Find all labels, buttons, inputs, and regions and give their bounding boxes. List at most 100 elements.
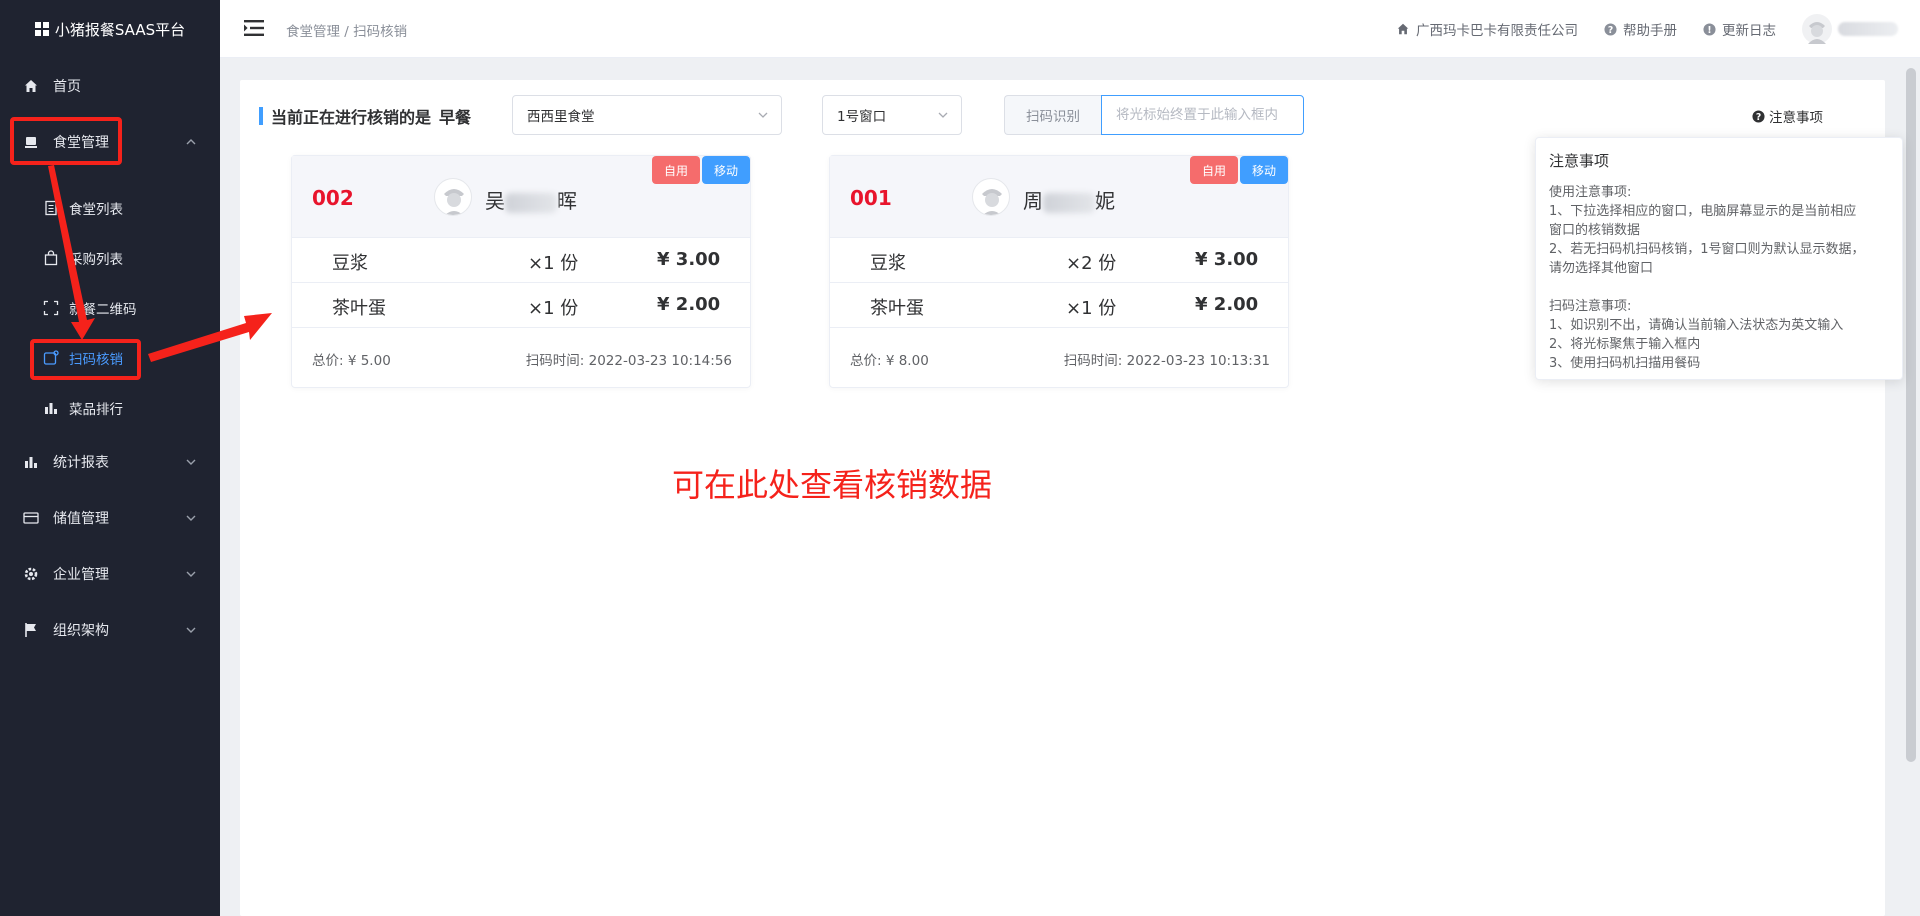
order-card-header: 001 周妮 自用 移动 <box>830 156 1288 238</box>
notice-line: 请勿选择其他窗口 <box>1549 261 1654 276</box>
notice-line: 2、将光标聚焦于输入框内 <box>1549 337 1701 352</box>
window-select[interactable]: 1号窗口 <box>822 95 962 135</box>
home-icon <box>1397 23 1409 35</box>
gear-icon <box>23 566 39 582</box>
item-qty: ×1 份 <box>1066 298 1117 319</box>
bar-chart-icon <box>23 454 39 470</box>
sidebar-subitem-meal-qrcode[interactable]: 就餐二维码 <box>0 288 220 328</box>
sidebar-item-home[interactable]: 首页 <box>0 66 220 106</box>
sidebar-subitem-dish-ranking[interactable]: 菜品排行 <box>0 388 220 428</box>
order-total: 总价: ¥ 5.00 <box>312 353 391 369</box>
name-blur <box>1043 192 1095 213</box>
sidebar-subitem-label: 食堂列表 <box>69 202 123 218</box>
notice-line: 2、若无扫码机扫码核销，1号窗口则为默认显示数据， <box>1549 242 1865 257</box>
sidebar-item-enterprise[interactable]: 企业管理 <box>0 554 220 594</box>
customer-name-last: 妮 <box>1095 189 1115 213</box>
notice-popover: 注意事项 使用注意事项: 1、下拉选择相应的窗口，电脑屏幕显示的是当前相应 窗口… <box>1535 137 1903 380</box>
mobile-tag: 移动 <box>701 156 750 184</box>
order-item-row: 豆浆 ×1 份 ¥ 3.00 <box>292 238 750 283</box>
wallet-icon <box>23 510 39 526</box>
avatar <box>434 178 472 216</box>
sidebar-item-reports[interactable]: 统计报表 <box>0 442 220 482</box>
order-card-header: 002 吴晖 自用 移动 <box>292 156 750 238</box>
order-number: 001 <box>850 186 892 210</box>
notice-line: 3、使用扫码机扫描用餐码 <box>1549 356 1701 371</box>
top-header: 食堂管理 / 扫码核销 广西玛卡巴卡有限责任公司 ? 帮助手册 ! 更新日志 <box>220 0 1920 58</box>
sidebar-subitem-purchase-list[interactable]: 采购列表 <box>0 238 220 278</box>
user-menu[interactable] <box>1802 14 1898 44</box>
notice-line: 使用注意事项: <box>1549 185 1632 200</box>
sidebar-subitem-label: 就餐二维码 <box>69 302 137 318</box>
page-scrollbar[interactable] <box>1904 62 1918 912</box>
title-accent-bar <box>259 107 263 125</box>
changelog-label: 更新日志 <box>1722 23 1776 39</box>
order-item-row: 豆浆 ×2 份 ¥ 3.00 <box>830 238 1288 283</box>
order-total: 总价: ¥ 8.00 <box>850 353 929 369</box>
scan-time: 扫码时间: 2022-03-23 10:14:56 <box>525 353 732 369</box>
item-name: 豆浆 <box>332 253 368 274</box>
order-card-footer: 总价: ¥ 8.00 扫码时间: 2022-03-23 10:13:31 <box>850 349 1270 369</box>
info-circle-icon: ! <box>1703 22 1716 35</box>
chevron-up-icon <box>186 139 196 145</box>
canteen-select-value: 西西里食堂 <box>527 109 595 125</box>
help-manual-label: 帮助手册 <box>1623 23 1677 39</box>
home-icon <box>23 78 39 94</box>
scan-input[interactable] <box>1101 95 1304 135</box>
sidebar-item-label: 首页 <box>53 79 81 95</box>
app-logo[interactable]: 小猪报餐SAAS平台 <box>0 0 220 58</box>
order-card: 001 周妮 自用 移动 豆浆 ×2 份 ¥ 3.00 茶叶蛋 ×1 份 ¥ 2… <box>829 155 1289 388</box>
item-name: 茶叶蛋 <box>332 298 386 319</box>
order-item-row: 茶叶蛋 ×1 份 ¥ 2.00 <box>830 283 1288 328</box>
sidebar: 小猪报餐SAAS平台 首页 食堂管理 食堂列表 采购列表 就餐二维码 扫码核销 … <box>0 0 220 916</box>
svg-text:?: ? <box>1756 111 1761 122</box>
item-name: 茶叶蛋 <box>870 298 924 319</box>
chevron-down-icon <box>186 515 196 521</box>
chevron-down-icon <box>186 459 196 465</box>
scan-input-group: 扫码识别 <box>1004 95 1304 135</box>
sidebar-item-stored-value[interactable]: 储值管理 <box>0 498 220 538</box>
notice-line: 1、下拉选择相应的窗口，电脑屏幕显示的是当前相应 <box>1549 204 1857 219</box>
canteen-select[interactable]: 西西里食堂 <box>512 95 782 135</box>
mobile-tag: 移动 <box>1239 156 1288 184</box>
customer-name-last: 晖 <box>557 189 577 213</box>
order-number: 002 <box>312 186 354 210</box>
notice-link[interactable]: ? 注意事项 <box>1752 106 1823 126</box>
bar-chart-icon <box>43 400 59 416</box>
scrollbar-thumb[interactable] <box>1906 68 1916 762</box>
order-card-footer: 总价: ¥ 5.00 扫码时间: 2022-03-23 10:14:56 <box>312 349 732 369</box>
notice-line: 1、如识别不出，请确认当前输入法状态为英文输入 <box>1549 318 1844 333</box>
order-card: 002 吴晖 自用 移动 豆浆 ×1 份 ¥ 3.00 茶叶蛋 ×1 份 ¥ 2… <box>291 155 751 388</box>
breadcrumb: 食堂管理 / 扫码核销 <box>286 24 408 40</box>
avatar <box>1802 14 1832 44</box>
page-title: 当前正在进行核销的是 早餐 <box>259 106 472 127</box>
notice-link-label: 注意事项 <box>1769 110 1823 126</box>
sidebar-item-label: 企业管理 <box>53 567 109 583</box>
scan-label: 扫码识别 <box>1004 95 1101 135</box>
sidebar-item-organization[interactable]: 组织架构 <box>0 610 220 650</box>
company-name: 广西玛卡巴卡有限责任公司 <box>1416 23 1578 39</box>
chevron-down-icon <box>758 112 768 118</box>
sidebar-subitem-canteen-list[interactable]: 食堂列表 <box>0 188 220 228</box>
item-qty: ×2 份 <box>1066 253 1117 274</box>
company-link[interactable]: 广西玛卡巴卡有限责任公司 <box>1396 19 1578 39</box>
svg-text:!: ! <box>1707 24 1711 35</box>
order-item-row: 茶叶蛋 ×1 份 ¥ 2.00 <box>292 283 750 328</box>
scan-frame-icon <box>43 300 59 316</box>
changelog-link[interactable]: ! 更新日志 <box>1703 19 1776 39</box>
current-meal: 早餐 <box>439 108 472 127</box>
question-circle-icon: ? <box>1752 109 1765 122</box>
sidebar-item-label: 组织架构 <box>53 623 109 639</box>
menu-toggle-icon[interactable] <box>244 19 264 37</box>
title-text: 当前正在进行核销的是 <box>271 108 432 127</box>
help-manual-link[interactable]: ? 帮助手册 <box>1604 19 1677 39</box>
svg-text:?: ? <box>1608 24 1613 35</box>
sidebar-item-label: 统计报表 <box>53 455 109 471</box>
customer-name: 周妮 <box>1023 185 1115 214</box>
header-actions: 广西玛卡巴卡有限责任公司 ? 帮助手册 ! 更新日志 <box>1396 0 1920 58</box>
app-title: 小猪报餐SAAS平台 <box>54 20 186 39</box>
scan-time: 扫码时间: 2022-03-23 10:13:31 <box>1063 353 1270 369</box>
customer-name: 吴晖 <box>485 185 577 214</box>
self-use-tag: 自用 <box>1189 156 1238 184</box>
self-use-tag: 自用 <box>651 156 700 184</box>
avatar <box>972 178 1010 216</box>
